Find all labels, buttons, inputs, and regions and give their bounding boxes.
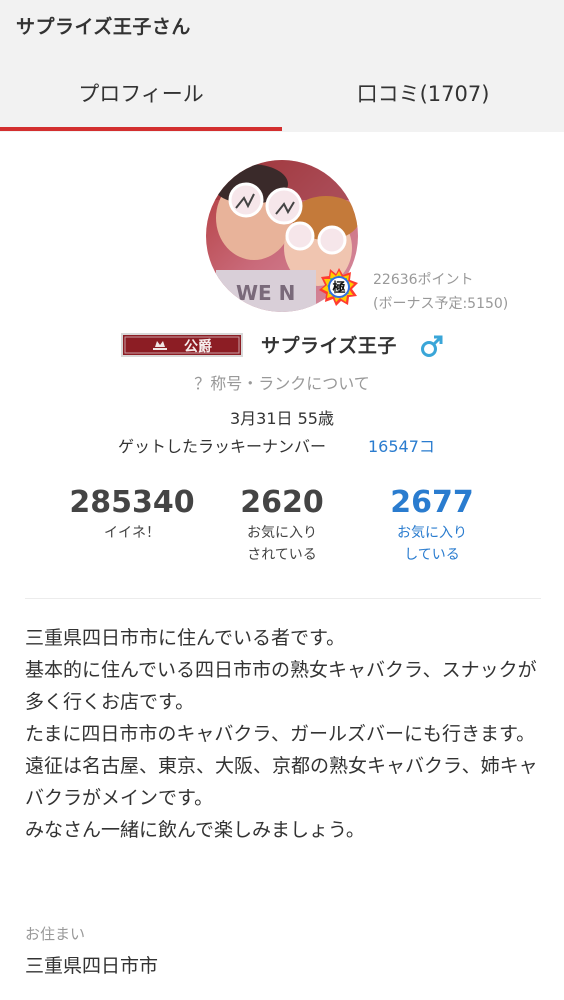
bio-line: 遠征は名古屋、東京、大阪、京都の熟女キャバクラ、姉キャバクラがメインです。 [25,755,538,809]
rank-info-link[interactable]: ？称号・ランクについて [0,370,564,394]
app-header: サプライズ王子さん プロフィール 口コミ(1707) [0,0,564,132]
lucky-number-label: ゲットしたラッキーナンバー [118,437,327,456]
stat-favorited-by-label-line1: お気に入り [247,525,317,541]
bonus-value: (ボーナス予定:5150) [373,296,509,312]
user-name: サプライズ王子 [261,335,397,357]
stat-likes-value: 285340 [69,485,195,520]
rank-badge-icon: 極 [319,267,359,307]
page-title: サプライズ王子さん [16,16,191,38]
avatar-container[interactable]: WE N 極 [206,160,358,312]
svg-text:極: 極 [331,280,345,296]
residence-label: お住まい [25,925,86,943]
bio-line: 三重県四日市市に住んでいる者です。 [25,627,346,649]
bio-line: たまに四日市市のキャバクラ、ガールズバーにも行きます。 [25,723,536,745]
stat-favoriting[interactable]: 2677 お気に入り している [372,484,492,566]
points-value: 22636ポイント [373,272,474,288]
stat-likes-label: イイネ！ [104,525,160,541]
stat-likes: 285340 イイネ！ [60,484,204,544]
stat-favorited-by-label-line2: されている [247,547,317,563]
tab-profile[interactable]: プロフィール [0,62,282,128]
svg-text:公爵: 公爵 [184,338,212,355]
section-divider [25,598,541,599]
active-tab-indicator [0,127,282,131]
stat-favoriting-value[interactable]: 2677 [372,484,492,522]
title-plate: 公爵 [121,333,243,357]
svg-text:WE N: WE N [236,281,295,305]
residence-value: 三重県四日市市 [25,955,159,977]
birthday-age: 3月31日 55歳 [230,409,334,428]
stat-favorited-by: 2620 お気に入り されている [222,484,342,566]
stat-favoriting-label-line2[interactable]: している [372,544,492,566]
stat-favorited-by-value: 2620 [240,485,324,520]
stat-favoriting-label-line1[interactable]: お気に入り [372,522,492,544]
lucky-number-value[interactable]: 16547コ [368,433,435,457]
bio-line: 基本的に住んでいる四日市市の熟女キャバクラ、スナックが多く行くお店です。 [25,659,537,713]
bio-line: みなさん一緒に飲んで楽しみましょう。 [25,819,365,841]
tab-reviews[interactable]: 口コミ(1707) [282,62,564,128]
male-icon [420,334,444,358]
points-info: 22636ポイント (ボーナス予定:5150) [373,268,508,316]
bio-text: 三重県四日市市に住んでいる者です。 基本的に住んでいる四日市市の熟女キャバクラ、… [25,622,540,846]
